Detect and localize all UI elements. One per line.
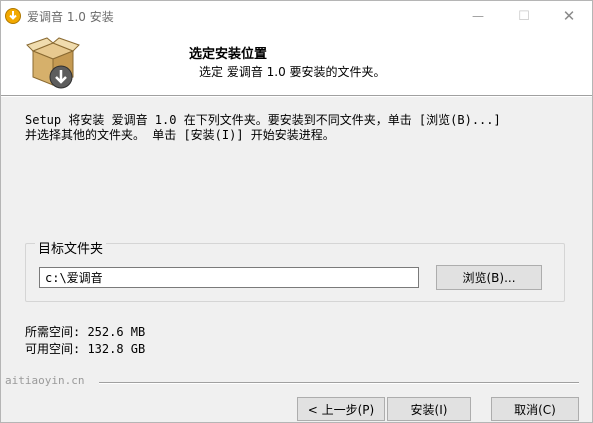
instructions-line-1: Setup 将安装 爱调音 1.0 在下列文件夹。要安装到不同文件夹，单击 [浏…	[25, 113, 501, 127]
minimize-icon: —	[472, 9, 484, 23]
installer-window: 爱调音 1.0 安装 — ☐ ✕ 选定安装位置 选定 爱调音 1.0 要安装的文…	[0, 0, 593, 423]
header-title: 选定安装位置	[189, 47, 268, 62]
space-required: 所需空间: 252.6 MB	[25, 325, 146, 339]
window-title: 爱调音 1.0 安装	[27, 10, 114, 24]
header-divider	[1, 95, 592, 97]
footer-divider	[99, 382, 579, 384]
destination-path-input[interactable]	[39, 267, 419, 288]
maximize-icon: ☐	[518, 8, 530, 24]
branding-text: aitiaoyin.cn	[5, 374, 85, 387]
destination-group-label: 目标文件夹	[35, 238, 107, 257]
installer-box-icon	[26, 37, 80, 89]
header-subtitle: 选定 爱调音 1.0 要安装的文件夹。	[199, 65, 386, 79]
title-bar: 爱调音 1.0 安装 — ☐ ✕	[1, 1, 592, 31]
maximize-button[interactable]: ☐	[501, 1, 547, 31]
instructions-line-2: 并选择其他的文件夹。 单击 [安装(I)] 开始安装进程。	[25, 128, 335, 142]
install-button[interactable]: 安装(I)	[387, 397, 471, 421]
minimize-button[interactable]: —	[455, 1, 501, 31]
close-button[interactable]: ✕	[546, 1, 592, 31]
browse-button[interactable]: 浏览(B)...	[436, 265, 542, 290]
back-button[interactable]: < 上一步(P)	[297, 397, 385, 421]
close-icon: ✕	[562, 7, 576, 25]
space-available: 可用空间: 132.8 GB	[25, 342, 146, 356]
cancel-button[interactable]: 取消(C)	[491, 397, 579, 421]
app-icon	[5, 8, 21, 24]
instructions-text: Setup 将安装 爱调音 1.0 在下列文件夹。要安装到不同文件夹，单击 [浏…	[25, 113, 585, 143]
page-header: 选定安装位置 选定 爱调音 1.0 要安装的文件夹。	[1, 31, 592, 95]
